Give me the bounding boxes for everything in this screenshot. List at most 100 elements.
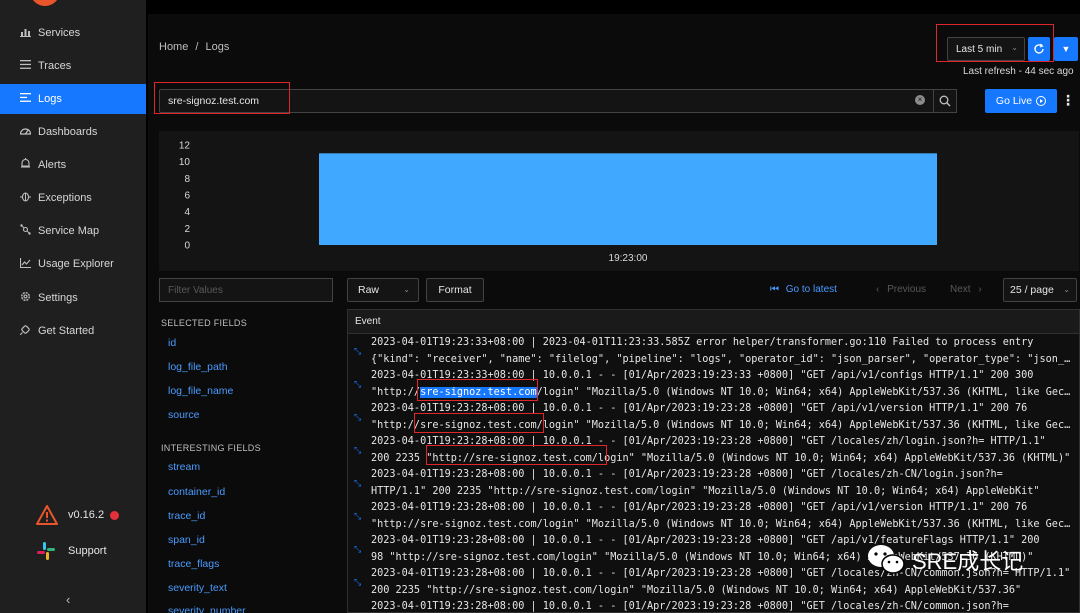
log-line: "http://sre-signoz.test.com/login" "Mozi… — [371, 518, 1071, 530]
expand-icon[interactable]: ⤡ — [354, 412, 361, 423]
caret-down-icon: ▼ — [1061, 44, 1071, 54]
log-row[interactable]: ⤡ 2023-04-01T19:23:28+08:00 | 10.0.0.1 -… — [348, 467, 1079, 500]
bug-icon — [18, 191, 32, 205]
expand-icon[interactable]: ⤡ — [354, 379, 361, 390]
sidebar-item-settings[interactable]: Settings — [0, 283, 146, 313]
watermark-text: SRE成长记 — [912, 549, 1024, 574]
interesting-field-stream[interactable]: stream — [168, 461, 200, 473]
go-live-button[interactable]: Go Live — [985, 89, 1057, 113]
y-tick-label: 0 — [184, 241, 190, 252]
interesting-field-trace-id[interactable]: trace_id — [168, 510, 205, 522]
more-options-icon[interactable]: ⋮ — [1061, 89, 1075, 113]
breadcrumb-home[interactable]: Home — [159, 41, 188, 53]
sidebar-item-label: Get Started — [38, 325, 95, 337]
sidebar-item-get-started[interactable]: Get Started — [0, 316, 146, 346]
log-text: "http:// — [371, 386, 421, 398]
y-tick-label: 6 — [184, 191, 190, 202]
log-line: 2023-04-01T19:23:28+08:00 | 10.0.0.1 - -… — [371, 502, 1028, 513]
support-link[interactable]: Support — [36, 541, 107, 561]
collapse-chevron-icon[interactable]: ‹ — [66, 592, 70, 607]
previous-page-button[interactable]: ‹ Previous — [876, 284, 926, 295]
previous-label: Previous — [887, 284, 927, 295]
expand-icon[interactable]: ⤡ — [354, 577, 361, 588]
deployment-icon — [18, 224, 32, 238]
warning-icon — [36, 505, 58, 525]
y-tick-label: 10 — [179, 157, 191, 168]
sidebar-item-usage-explorer[interactable]: Usage Explorer — [0, 249, 146, 279]
slack-icon — [37, 542, 55, 560]
event-column-header: Event — [348, 310, 1079, 334]
sidebar-item-traces[interactable]: Traces — [0, 51, 146, 81]
refresh-interval-dropdown[interactable]: ▼ — [1054, 37, 1078, 61]
chevron-down-icon: ⌄ — [1063, 285, 1070, 294]
filter-placeholder: Filter Values — [168, 284, 223, 296]
alert-bell-icon — [18, 158, 32, 172]
chevron-right-icon: › — [978, 284, 982, 295]
selected-field-log-file-path[interactable]: log_file_path — [168, 361, 228, 373]
go-to-latest-button[interactable]: ⏮ Go to latest — [770, 284, 837, 295]
sidebar-item-label: Dashboards — [38, 126, 98, 138]
last-refresh-text: Last refresh - 44 sec ago — [963, 66, 1074, 77]
app-root: Services Traces Logs Dashboards Alerts E… — [0, 0, 1080, 613]
y-tick-label: 12 — [179, 141, 191, 152]
histogram-bar[interactable] — [319, 153, 937, 245]
selected-field-id[interactable]: id — [168, 337, 176, 349]
next-page-button[interactable]: Next › — [950, 284, 982, 295]
signoz-logo[interactable] — [30, 0, 60, 6]
line-chart-icon — [18, 257, 32, 271]
sidebar-item-exceptions[interactable]: Exceptions — [0, 183, 146, 213]
format-button[interactable]: Format — [426, 278, 484, 302]
sidebar-item-label: Traces — [38, 60, 72, 72]
support-label: Support — [68, 545, 107, 557]
bar-chart-icon — [18, 27, 32, 40]
selected-field-log-file-name[interactable]: log_file_name — [168, 385, 233, 397]
version-indicator[interactable]: v0.16.2 — [36, 505, 120, 525]
selected-field-source[interactable]: source — [168, 409, 200, 421]
interesting-field-container-id[interactable]: container_id — [168, 486, 225, 498]
log-line: 2023-04-01T19:23:28+08:00 | 10.0.0.1 - -… — [371, 469, 1003, 480]
sidebar-item-service-map[interactable]: Service Map — [0, 216, 146, 246]
y-tick-label: 4 — [184, 207, 190, 218]
interesting-field-severity-number[interactable]: severity_number — [168, 605, 246, 613]
play-circle-icon — [1036, 96, 1047, 106]
logs-histogram-chart: 0 2 4 6 8 10 12 19:23:00 — [159, 131, 1079, 271]
view-mode-select[interactable]: Raw ⌄ — [347, 278, 419, 302]
page-size-select[interactable]: 25 / page ⌄ — [1003, 278, 1077, 302]
interesting-field-trace-flags[interactable]: trace_flags — [168, 558, 219, 570]
x-tick-label: 19:23:00 — [609, 253, 648, 264]
sidebar-item-label: Alerts — [38, 159, 67, 171]
log-row[interactable]: ⤡ 2023-04-01T19:23:28+08:00 | 10.0.0.1 -… — [348, 599, 1079, 612]
log-row[interactable]: ⤡ 2023-04-01T19:23:28+08:00 | 10.0.0.1 -… — [348, 500, 1079, 533]
next-label: Next — [950, 284, 971, 295]
log-line: {"kind": "receiver", "name": "filelog", … — [371, 353, 1071, 365]
expand-icon[interactable]: ⤡ — [354, 478, 361, 489]
expand-icon[interactable]: ⤡ — [354, 544, 361, 555]
interesting-field-severity-text[interactable]: severity_text — [168, 582, 227, 594]
sidebar-item-alerts[interactable]: Alerts — [0, 150, 146, 180]
sidebar-item-label: Service Map — [38, 225, 100, 237]
filter-values-input[interactable]: Filter Values — [159, 278, 333, 302]
search-button[interactable] — [933, 89, 957, 113]
chevron-down-icon: ⌄ — [403, 285, 410, 294]
log-line: 2023-04-01T19:23:28+08:00 | 10.0.0.1 - -… — [371, 601, 1009, 612]
sidebar-item-label: Usage Explorer — [38, 258, 114, 270]
clear-icon[interactable]: × — [915, 95, 925, 105]
wechat-logo-icon — [868, 545, 905, 574]
expand-icon[interactable]: ⤡ — [354, 445, 361, 456]
interesting-field-span-id[interactable]: span_id — [168, 534, 205, 546]
expand-icon[interactable]: ⤡ — [354, 346, 361, 357]
sidebar-item-logs[interactable]: Logs — [0, 84, 146, 114]
chart-svg: 0 2 4 6 8 10 12 19:23:00 — [179, 141, 937, 264]
sidebar-item-label: Services — [38, 27, 81, 39]
sidebar-item-services[interactable]: Services — [0, 18, 146, 48]
breadcrumb: Home / Logs — [159, 41, 233, 53]
expand-icon[interactable]: ⤡ — [354, 511, 361, 522]
annotation-box — [414, 413, 544, 433]
annotation-box — [154, 82, 290, 114]
breadcrumb-current: Logs — [205, 41, 230, 53]
log-row[interactable]: ⤡ 2023-04-01T19:23:33+08:00 | 2023-04-01… — [348, 335, 1079, 368]
watermark: SRE成长记 — [866, 535, 1076, 585]
main-content: Home / Logs Last 5 min ⌄ ▼ Last refresh … — [148, 14, 1080, 613]
event-header-label: Event — [355, 316, 381, 327]
sidebar-item-dashboards[interactable]: Dashboards — [0, 117, 146, 147]
